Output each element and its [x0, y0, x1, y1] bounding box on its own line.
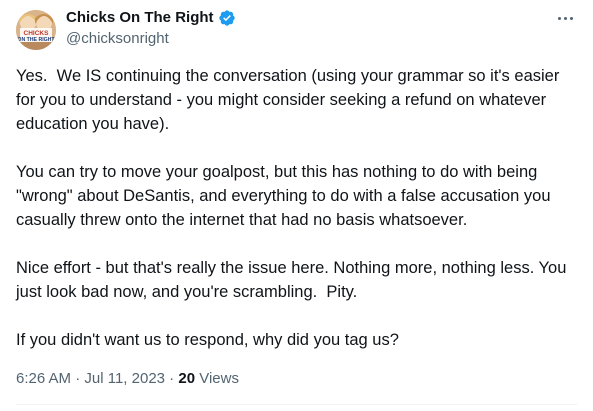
meta-separator: · — [165, 370, 179, 387]
author-handle[interactable]: @chicksonright — [66, 29, 236, 49]
avatar[interactable]: CHICKS ON THE RIGHT — [16, 10, 56, 50]
more-dot — [569, 16, 573, 20]
tweet-header: CHICKS ON THE RIGHT Chicks On The Right … — [16, 8, 577, 50]
divider — [16, 404, 577, 405]
verified-badge-icon[interactable] — [218, 9, 236, 27]
name-row: Chicks On The Right — [66, 8, 236, 28]
views-count[interactable]: 20 — [178, 370, 195, 387]
views-label: Views — [195, 370, 239, 387]
tweet-text: Yes. We IS continuing the conversation (… — [16, 64, 577, 352]
more-dot — [563, 16, 567, 20]
tweet-time[interactable]: 6:26 AM — [16, 370, 71, 387]
tweet-paragraph-2: You can try to move your goalpost, but t… — [16, 163, 556, 229]
author-info: Chicks On The Right @chicksonright — [66, 8, 236, 49]
author-display-name[interactable]: Chicks On The Right — [66, 8, 214, 28]
avatar-image: CHICKS ON THE RIGHT — [16, 10, 56, 50]
tweet-paragraph-3: Nice effort - but that's really the issu… — [16, 259, 571, 301]
tweet-date[interactable]: Jul 11, 2023 — [84, 370, 165, 387]
svg-text:CHICKS: CHICKS — [24, 30, 50, 37]
more-options-icon[interactable] — [553, 8, 577, 28]
more-dot — [557, 16, 561, 20]
tweet-paragraph-4: If you didn't want us to respond, why di… — [16, 331, 399, 349]
meta-separator: · — [71, 370, 85, 387]
tweet-metadata: 6:26 AM · Jul 11, 2023 · 20 Views — [16, 369, 239, 389]
tweet-paragraph-1: Yes. We IS continuing the conversation (… — [16, 67, 564, 133]
tweet-card: CHICKS ON THE RIGHT Chicks On The Right … — [0, 0, 593, 411]
